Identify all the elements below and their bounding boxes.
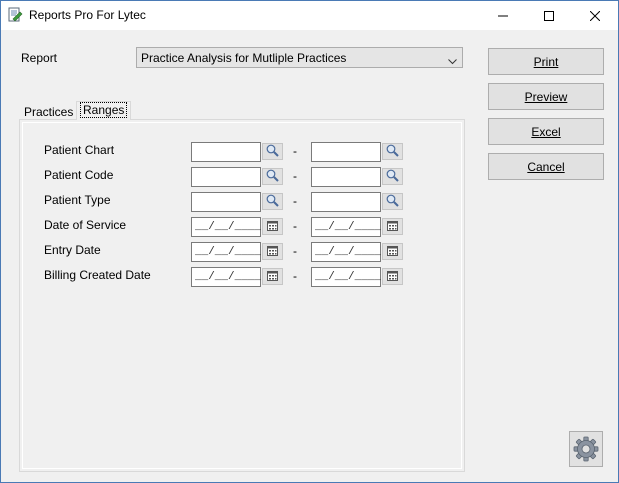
- patient-type-label: Patient Type: [44, 193, 111, 207]
- print-button[interactable]: Print: [488, 48, 604, 75]
- tab-ranges[interactable]: Ranges: [76, 101, 132, 120]
- date-of-service-to-input[interactable]: __/__/____: [311, 217, 381, 237]
- calendar-icon: [387, 270, 398, 284]
- patient-chart-label: Patient Chart: [44, 143, 115, 157]
- patient-code-from-search-button[interactable]: [262, 168, 283, 185]
- title-bar: Reports Pro For Lytec: [1, 1, 618, 30]
- search-icon: [386, 144, 399, 160]
- minimize-button[interactable]: [480, 1, 526, 30]
- cancel-button[interactable]: Cancel: [488, 153, 604, 180]
- patient-type-to-input[interactable]: [311, 192, 381, 212]
- excel-button-label: Excel: [531, 124, 561, 139]
- patient-type-from-search-button[interactable]: [262, 193, 283, 210]
- range-separator: -: [293, 169, 297, 183]
- billing-created-date-to-calendar-button[interactable]: [382, 268, 403, 285]
- report-label: Report: [21, 51, 58, 65]
- entry-date-to-input[interactable]: __/__/____: [311, 242, 381, 262]
- report-selected-value: Practice Analysis for Mutliple Practices: [141, 51, 347, 65]
- maximize-icon: [544, 10, 554, 21]
- close-icon: [590, 10, 600, 21]
- calendar-icon: [387, 220, 398, 234]
- date-of-service-label: Date of Service: [44, 218, 127, 232]
- patient-chart-from-search-button[interactable]: [262, 143, 283, 160]
- patient-type-to-search-button[interactable]: [382, 193, 403, 210]
- patient-type-from-input[interactable]: [191, 192, 261, 212]
- range-separator: -: [293, 219, 297, 233]
- calendar-icon: [267, 270, 278, 284]
- maximize-button[interactable]: [526, 1, 572, 30]
- app-window: Reports Pro For Lytec Report Practice An…: [0, 0, 619, 483]
- minimize-icon: [498, 15, 508, 16]
- tab-practices-label: Practices: [24, 105, 74, 119]
- patient-code-label: Patient Code: [44, 168, 114, 182]
- search-icon: [266, 194, 279, 210]
- search-icon: [386, 194, 399, 210]
- settings-button[interactable]: [569, 431, 603, 467]
- entry-date-from-input[interactable]: __/__/____: [191, 242, 261, 262]
- range-separator: -: [293, 269, 297, 283]
- date-of-service-to-calendar-button[interactable]: [382, 218, 403, 235]
- report-select[interactable]: Practice Analysis for Mutliple Practices: [136, 47, 463, 68]
- patient-chart-from-input[interactable]: [191, 142, 261, 162]
- tab-ranges-label: Ranges: [80, 102, 128, 118]
- cancel-button-label: Cancel: [527, 159, 565, 174]
- date-of-service-from-calendar-button[interactable]: [262, 218, 283, 235]
- range-separator: -: [293, 144, 297, 158]
- report-document-icon: [7, 7, 23, 23]
- patient-chart-to-search-button[interactable]: [382, 143, 403, 160]
- range-separator: -: [293, 194, 297, 208]
- billing-created-date-label: Billing Created Date: [44, 268, 151, 282]
- print-button-label: Print: [533, 54, 559, 69]
- billing-created-date-from-calendar-button[interactable]: [262, 268, 283, 285]
- patient-code-from-input[interactable]: [191, 167, 261, 187]
- close-button[interactable]: [572, 1, 618, 30]
- search-icon: [386, 169, 399, 185]
- calendar-icon: [267, 220, 278, 234]
- chevron-down-icon: [448, 54, 457, 68]
- gear-icon: [573, 436, 599, 462]
- calendar-icon: [267, 245, 278, 259]
- patient-code-to-input[interactable]: [311, 167, 381, 187]
- billing-created-date-from-input[interactable]: __/__/____: [191, 267, 261, 287]
- calendar-icon: [387, 245, 398, 259]
- preview-button-label: Preview: [524, 89, 568, 104]
- date-of-service-from-input[interactable]: __/__/____: [191, 217, 261, 237]
- search-icon: [266, 169, 279, 185]
- preview-button[interactable]: Preview: [488, 83, 604, 110]
- patient-chart-to-input[interactable]: [311, 142, 381, 162]
- excel-button[interactable]: Excel: [488, 118, 604, 145]
- entry-date-label: Entry Date: [44, 243, 101, 257]
- entry-date-from-calendar-button[interactable]: [262, 243, 283, 260]
- entry-date-to-calendar-button[interactable]: [382, 243, 403, 260]
- search-icon: [266, 144, 279, 160]
- window-title: Reports Pro For Lytec: [29, 8, 146, 22]
- patient-code-to-search-button[interactable]: [382, 168, 403, 185]
- billing-created-date-to-input[interactable]: __/__/____: [311, 267, 381, 287]
- range-separator: -: [293, 244, 297, 258]
